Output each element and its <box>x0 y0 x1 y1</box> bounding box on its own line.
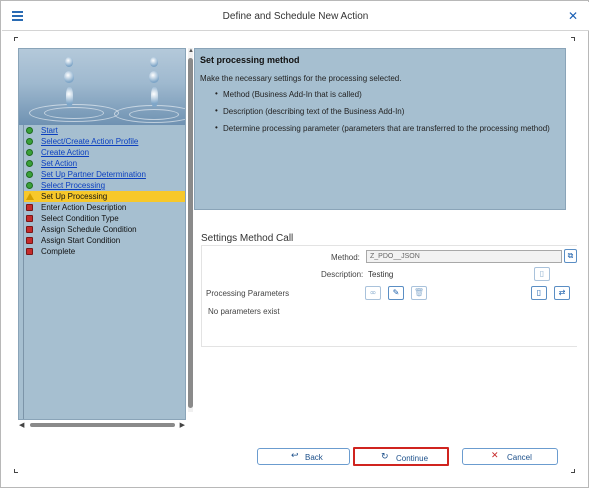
method-label: Method: <box>331 253 360 262</box>
roadmap-horizontal-scrollbar[interactable]: ◀ ▶ <box>18 421 186 429</box>
pending-status-icon <box>26 226 33 233</box>
step-create-action[interactable]: Create Action <box>24 147 185 158</box>
description-value: Testing <box>368 270 394 279</box>
corner-marker <box>14 37 18 41</box>
info-bullet-list: Method (Business Add-In that is called) … <box>200 89 560 133</box>
processing-parameters-label: Processing Parameters <box>206 289 290 298</box>
dialog-window: Define and Schedule New Action ✕ Start S… <box>0 0 589 488</box>
pending-status-icon <box>26 215 33 222</box>
step-set-up-processing: Set Up Processing <box>24 191 185 202</box>
corner-marker <box>14 469 18 473</box>
pending-status-icon <box>26 204 33 211</box>
close-icon[interactable]: ✕ <box>568 9 578 23</box>
warning-triangle-icon <box>26 193 34 200</box>
corner-marker <box>571 469 575 473</box>
step-set-up-partner-determination[interactable]: Set Up Partner Determination <box>24 169 185 180</box>
info-bullet: Determine processing parameter (paramete… <box>215 123 560 133</box>
water-drop-image <box>19 49 185 125</box>
display-binoculars-icon[interactable]: ∞ <box>365 286 381 300</box>
roadmap-steps: Start Select/Create Action Profile Creat… <box>23 125 185 419</box>
edit-pencil-icon[interactable]: ✎ <box>388 286 404 300</box>
corner-marker <box>571 37 575 41</box>
copy-document-icon[interactable]: ▯ <box>531 286 547 300</box>
step-select-condition-type: Select Condition Type <box>24 213 185 224</box>
info-bullet: Method (Business Add-In that is called) <box>215 89 560 99</box>
step-assign-start-condition: Assign Start Condition <box>24 235 185 246</box>
continue-button[interactable]: ↻ Continue <box>353 447 449 466</box>
completed-status-icon <box>26 149 33 156</box>
step-start[interactable]: Start <box>24 125 185 136</box>
transfer-icon[interactable]: ⇄ <box>554 286 570 300</box>
title-bar: Define and Schedule New Action ✕ <box>2 2 589 31</box>
scroll-right-icon[interactable]: ▶ <box>180 421 185 429</box>
value-help-icon[interactable]: ⧉ <box>564 249 577 263</box>
completed-status-icon <box>26 160 33 167</box>
scrollbar-thumb[interactable] <box>30 423 175 427</box>
completed-status-icon <box>26 127 33 134</box>
help-info-panel: Set processing method Make the necessary… <box>194 48 566 210</box>
step-assign-schedule-condition: Assign Schedule Condition <box>24 224 185 235</box>
document-icon: ▯ <box>534 267 550 281</box>
no-parameters-message: No parameters exist <box>208 307 280 316</box>
method-input[interactable]: Z_PDO__JSON <box>366 250 562 263</box>
step-select-create-action-profile[interactable]: Select/Create Action Profile <box>24 136 185 147</box>
completed-status-icon <box>26 182 33 189</box>
delete-trash-icon[interactable]: 🗑 <box>411 286 427 300</box>
continue-arrow-icon: ↻ <box>381 452 389 462</box>
roadmap-panel: Start Select/Create Action Profile Creat… <box>18 48 186 420</box>
back-arrow-icon: ↩ <box>291 451 299 461</box>
step-enter-action-description: Enter Action Description <box>24 202 185 213</box>
info-bullet: Description (describing text of the Busi… <box>215 106 560 116</box>
cancel-x-icon: ✕ <box>491 451 499 461</box>
completed-status-icon <box>26 171 33 178</box>
pending-status-icon <box>26 237 33 244</box>
description-label: Description: <box>321 270 364 279</box>
scroll-left-icon[interactable]: ◀ <box>19 421 24 429</box>
step-complete: Complete <box>24 246 185 257</box>
step-set-action[interactable]: Set Action <box>24 158 185 169</box>
completed-status-icon <box>26 138 33 145</box>
dialog-title: Define and Schedule New Action <box>222 11 369 22</box>
cancel-button[interactable]: ✕ Cancel <box>462 448 558 465</box>
pending-status-icon <box>26 248 33 255</box>
scrollbar-thumb[interactable] <box>188 58 193 408</box>
info-title: Set processing method <box>200 55 300 65</box>
step-select-processing[interactable]: Select Processing <box>24 180 185 191</box>
info-intro: Make the necessary settings for the proc… <box>200 74 402 83</box>
roadmap-vertical-scrollbar[interactable]: ▲ <box>188 48 194 412</box>
back-button[interactable]: ↩ Back <box>257 448 350 465</box>
settings-section-title: Settings Method Call <box>201 233 294 244</box>
